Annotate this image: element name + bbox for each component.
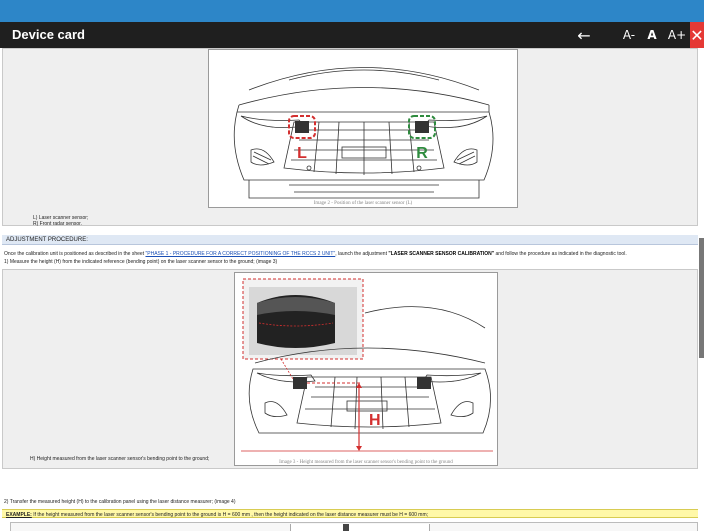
instruction-line-2: 1) Measure the height (H) from the indic… — [4, 259, 278, 265]
label-h: H — [369, 412, 381, 429]
section-heading: ADJUSTMENT PROCEDURE: — [2, 235, 698, 245]
document-content[interactable]: L R Image 2 - Position of the laser scan… — [0, 48, 704, 531]
font-increase-button[interactable]: A+ — [666, 22, 688, 48]
instruction-text: Once the calibration unit is positioned … — [4, 251, 146, 257]
instruction-text: , launch the adjustment — [335, 251, 389, 257]
next-figure-detail — [343, 524, 349, 531]
font-default-button[interactable]: A — [642, 22, 662, 48]
step-2-line: 2) Transfer the measured height (H) to t… — [4, 499, 236, 505]
top-accent-strip — [0, 0, 704, 22]
label-l: L — [297, 145, 307, 162]
window-title: Device card — [12, 27, 85, 42]
example-text: If the height measured from the laser sc… — [31, 512, 429, 518]
title-bar: Device card ← A- A A+ ✕ — [0, 22, 704, 48]
label-r: R — [416, 145, 428, 162]
figure-1-legend: L) Laser scanner sensor; R) Front radar … — [33, 215, 88, 227]
car-front-image-2: H Image 3 - Height measured from the las… — [234, 272, 498, 466]
close-icon[interactable]: ✕ — [690, 22, 704, 48]
figure-1-caption: Image 2 - Position of the laser scanner … — [313, 201, 413, 206]
instruction-line-1: Once the calibration unit is positioned … — [4, 251, 627, 257]
back-arrow-icon[interactable]: ← — [572, 22, 596, 48]
figure-panel-1: L R Image 2 - Position of the laser scan… — [2, 48, 698, 227]
calibration-name: "LASER SCANNER SENSOR CALIBRATION" — [388, 251, 495, 257]
car-front-drawing: L R — [233, 67, 494, 199]
figure-panel-2: H Image 3 - Height measured from the las… — [2, 269, 698, 469]
legend-item: R) Front radar sensor. — [33, 221, 82, 227]
example-label: EXAMPLE: — [6, 512, 32, 518]
car-front-image-1: L R Image 2 - Position of the laser scan… — [208, 49, 518, 208]
height-measurement-drawing: H — [241, 278, 493, 452]
vertical-scrollbar[interactable] — [699, 238, 704, 358]
next-figure-image — [290, 524, 430, 531]
example-note: EXAMPLE: If the height measured from the… — [2, 509, 698, 518]
instruction-text: and follow the procedure as indicated in… — [494, 251, 627, 257]
figure-2-legend: H) Height measured from the laser scanne… — [30, 456, 209, 462]
legend-item: H) Height measured from the laser scanne… — [30, 456, 210, 462]
phase-1-link[interactable]: "PHASE 1 - PROCEDURE FOR A CORRECT POSIT… — [145, 251, 335, 257]
font-decrease-button[interactable]: A- — [618, 22, 640, 48]
figure-2-caption: Image 3 - Height measured from the laser… — [279, 460, 453, 465]
